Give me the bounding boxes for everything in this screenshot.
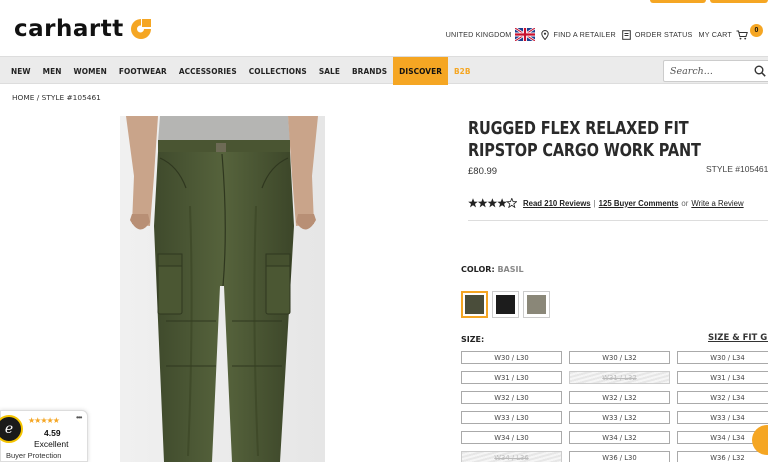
product-title-line2: RIPSTOP CARGO WORK PANT [468, 141, 701, 161]
trusted-shops-e-icon: e [0, 415, 23, 443]
review-or-text: or [681, 198, 689, 208]
size-option[interactable]: W32 / L34 [677, 391, 768, 404]
nav-accessories[interactable]: ACCESSORIES [173, 57, 243, 85]
order-status-link[interactable]: ORDER STATUS [622, 29, 693, 40]
color-swatches [461, 291, 550, 318]
buyer-comments-link[interactable]: 125 Buyer Comments [599, 199, 679, 208]
size-option[interactable]: W30 / L30 [461, 351, 562, 364]
utility-bar: UNITED KINGDOM FIND A RETAILER ORDER STA… [446, 23, 768, 41]
write-review-link[interactable]: Write a Review [691, 199, 743, 208]
search-icon[interactable] [754, 65, 766, 77]
country-selector[interactable]: UNITED KINGDOM [446, 28, 536, 41]
rating-stars [468, 198, 517, 208]
nav-b2b[interactable]: B2B [448, 57, 477, 85]
top-strip [0, 0, 768, 3]
more-dots-icon[interactable]: ••• [76, 413, 82, 422]
logo-text: carhartt [14, 15, 124, 42]
breadcrumb-separator: / [34, 93, 42, 102]
trust-rating-word: Excellent [34, 439, 69, 449]
size-option[interactable]: W34 / L36 [461, 451, 562, 462]
top-tab-2[interactable] [710, 0, 768, 3]
size-option[interactable]: W32 / L32 [569, 391, 670, 404]
review-summary: Read 210 Reviews | 125 Buyer Comments or… [468, 198, 768, 221]
find-retailer-link[interactable]: FIND A RETAILER [541, 29, 616, 40]
nav-new[interactable]: NEW [5, 57, 37, 85]
cart-label: MY CART [698, 30, 732, 39]
uk-flag-icon [515, 28, 536, 41]
breadcrumb: HOME / STYLE #105461 [12, 93, 101, 102]
star-rating-icon [468, 198, 517, 208]
trust-protection-text: Buyer Protection [6, 451, 62, 460]
size-option[interactable]: W34 / L30 [461, 431, 562, 444]
color-swatch[interactable] [523, 291, 550, 318]
nav-women[interactable]: WOMEN [67, 57, 112, 85]
size-option[interactable]: W30 / L32 [569, 351, 670, 364]
find-retailer-label: FIND A RETAILER [553, 30, 616, 39]
size-option[interactable]: W36 / L30 [569, 451, 670, 462]
color-label-text: COLOR: [461, 265, 495, 274]
size-option[interactable]: W30 / L34 [677, 351, 768, 364]
trusted-shops-badge[interactable]: e ★★★★★ ••• 4.59 Excellent Buyer Protect… [0, 410, 88, 462]
location-pin-icon [541, 29, 550, 40]
product-title: RUGGED FLEX RELAXED FIT RIPSTOP CARGO WO… [468, 118, 717, 162]
cargo-pant-photo [120, 116, 325, 462]
nav-men[interactable]: MEN [37, 57, 68, 85]
breadcrumb-home[interactable]: HOME [12, 93, 34, 102]
nav-sale[interactable]: SALE [313, 57, 346, 85]
cart-link[interactable]: MY CART 0 [698, 23, 768, 40]
main-nav: NEW MEN WOMEN FOOTWEAR ACCESSORIES COLLE… [0, 56, 768, 85]
size-option[interactable]: W34 / L32 [569, 431, 670, 444]
trust-score: 4.59 [44, 428, 61, 438]
size-grid: W30 / L30 W30 / L32 W30 / L34 W31 / L30 W31 … [461, 351, 768, 462]
color-value: BASIL [497, 265, 524, 274]
style-number: STYLE #105461 [706, 164, 768, 174]
swatch-fill [465, 295, 484, 314]
size-option[interactable]: W32 / L30 [461, 391, 562, 404]
swatch-fill [496, 295, 515, 314]
size-option[interactable]: W36 / L32 [677, 451, 768, 462]
clipboard-icon [622, 29, 631, 40]
swatch-fill [527, 295, 546, 314]
nav-discover[interactable]: DISCOVER [393, 57, 448, 85]
size-option[interactable]: W33 / L30 [461, 411, 562, 424]
review-separator: | [593, 198, 596, 208]
product-price: £80.99 [468, 166, 498, 177]
product-image[interactable] [120, 116, 325, 462]
search-placeholder: Search... [670, 65, 713, 77]
nav-brands[interactable]: BRANDS [346, 57, 393, 85]
size-label: SIZE: [461, 335, 485, 344]
search-input[interactable]: Search... [663, 60, 768, 82]
size-option[interactable]: W31 / L34 [677, 371, 768, 384]
trust-stars-icon: ★★★★★ [28, 416, 60, 425]
cart-icon [736, 30, 748, 39]
product-title-line1: RUGGED FLEX RELAXED FIT [468, 119, 689, 139]
read-reviews-link[interactable]: Read 210 Reviews [523, 199, 591, 208]
logo-c-icon [130, 19, 151, 39]
nav-collections[interactable]: COLLECTIONS [243, 57, 313, 85]
color-label: COLOR: BASIL [461, 265, 524, 274]
size-option[interactable]: W33 / L34 [677, 411, 768, 424]
nav-footwear[interactable]: FOOTWEAR [113, 57, 173, 85]
size-option[interactable]: W31 / L32 [569, 371, 670, 384]
color-swatch[interactable] [461, 291, 488, 318]
country-label: UNITED KINGDOM [445, 30, 512, 39]
color-swatch[interactable] [492, 291, 519, 318]
breadcrumb-current: STYLE #105461 [41, 93, 101, 102]
size-option[interactable]: W31 / L30 [461, 371, 562, 384]
size-guide-link[interactable]: SIZE & FIT GUIDE [708, 333, 768, 343]
size-option[interactable]: W33 / L32 [569, 411, 670, 424]
order-status-label: ORDER STATUS [634, 30, 693, 39]
top-tab-1[interactable] [650, 0, 706, 3]
carhartt-logo[interactable]: carhartt [14, 16, 154, 42]
cart-count-badge: 0 [750, 23, 763, 37]
